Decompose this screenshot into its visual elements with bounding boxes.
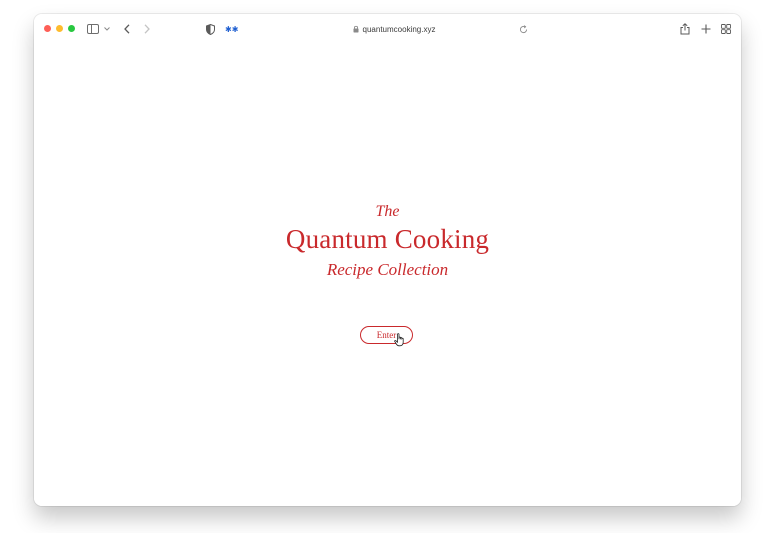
hand-cursor-icon [394,333,406,347]
zoom-window-button[interactable] [68,25,75,32]
close-window-button[interactable] [44,25,51,32]
sidebar-icon[interactable] [87,22,99,36]
extension-icon[interactable]: ✱✱ [224,22,240,36]
page-subtitle: Recipe Collection [326,260,449,279]
lock-icon [353,25,360,34]
page-title: Quantum Cooking [285,224,490,254]
browser-window: ✱✱ quantumcooking.xyz The Quantum Cookin… [34,14,741,506]
url-text: quantumcooking.xyz [362,24,436,34]
share-icon[interactable] [679,22,691,36]
plus-icon[interactable] [700,22,712,36]
page-content: The Quantum Cooking Recipe Collection En… [34,44,741,506]
address-bar[interactable]: quantumcooking.xyz [344,22,444,36]
shield-icon[interactable] [204,22,216,36]
minimize-window-button[interactable] [56,25,63,32]
title-the: The [375,203,400,220]
svg-text:✱✱: ✱✱ [225,25,239,33]
chevron-down-icon[interactable] [103,22,111,36]
reload-icon[interactable] [518,22,528,36]
tab-overview-icon[interactable] [720,22,732,36]
chevron-left-icon[interactable] [122,22,132,36]
browser-toolbar: ✱✱ quantumcooking.xyz [34,14,741,44]
chevron-right-icon[interactable] [142,22,152,36]
